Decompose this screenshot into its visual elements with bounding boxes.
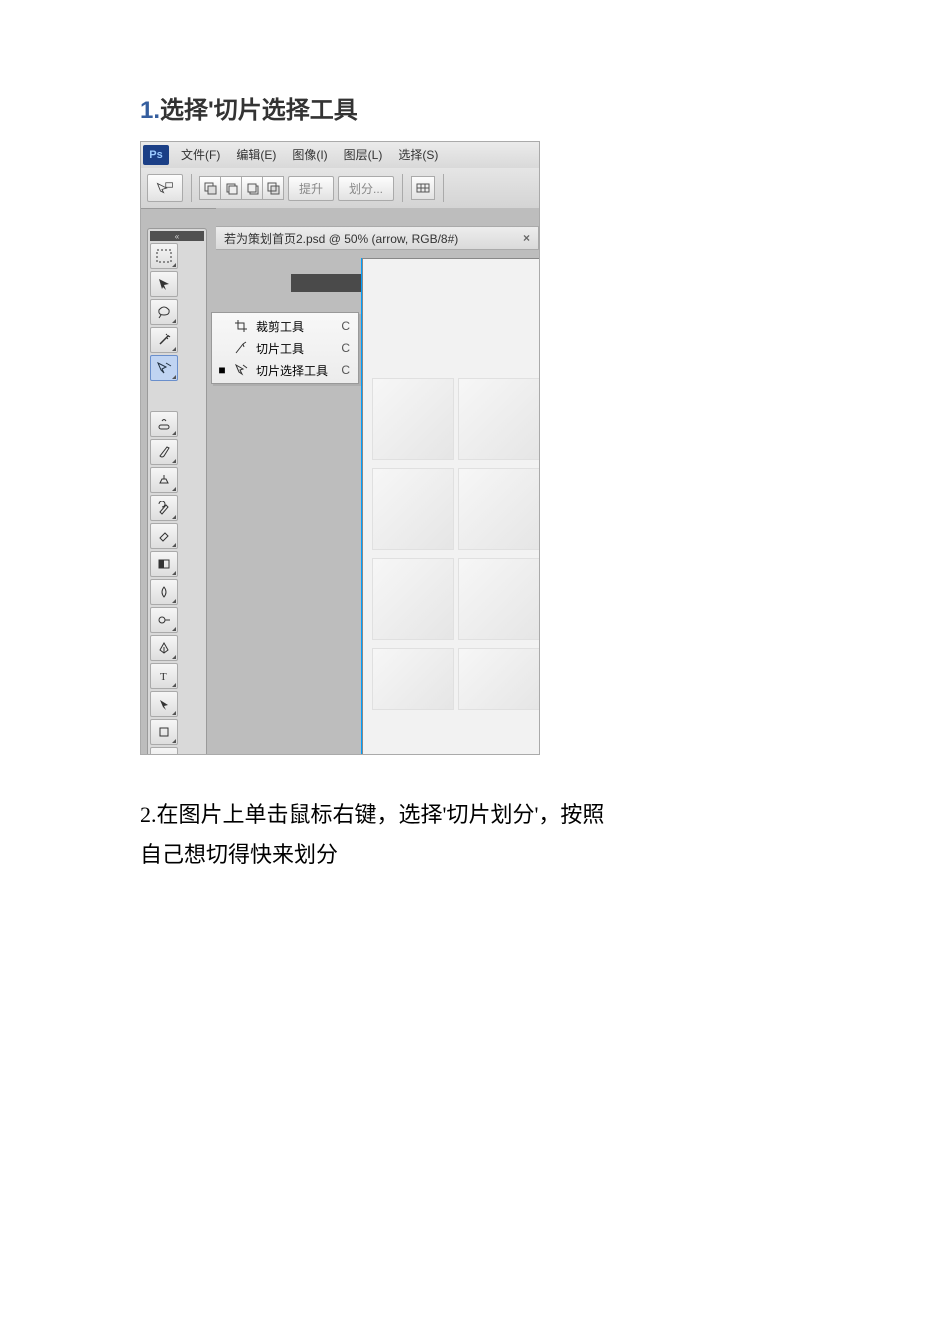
layer-order-buttons xyxy=(200,176,284,200)
slice-select-icon xyxy=(156,181,174,195)
flyout-item-crop[interactable]: 裁剪工具 C xyxy=(212,315,358,337)
gradient-tool-icon[interactable] xyxy=(150,551,178,577)
toolbox: « xyxy=(147,228,207,755)
history-brush-tool-icon[interactable] xyxy=(150,495,178,521)
canvas-thumbnail xyxy=(458,378,540,460)
document-tab[interactable]: 若为策划首页2.psd @ 50% (arrow, RGB/8#) × xyxy=(216,226,539,250)
separator xyxy=(443,174,444,202)
dodge-tool-icon[interactable] xyxy=(150,607,178,633)
slice-select-tool-icon[interactable] xyxy=(150,355,178,381)
clone-stamp-tool-icon[interactable] xyxy=(150,467,178,493)
flyout-marker: ■ xyxy=(218,363,226,377)
flyout-label: 裁剪工具 xyxy=(256,318,328,335)
step1-text: 选择'切片选择工具 xyxy=(160,97,358,124)
ps-logo: Ps xyxy=(143,145,169,165)
flyout-item-slice[interactable]: 切片工具 C xyxy=(212,337,358,359)
current-tool-icon[interactable] xyxy=(147,174,183,202)
type-tool-icon[interactable]: T xyxy=(150,663,178,689)
shape-tool-icon[interactable] xyxy=(150,719,178,745)
step1-number: 1. xyxy=(140,97,160,124)
divide-button[interactable]: 划分... xyxy=(338,176,394,201)
document-tab-title: 若为策划首页2.psd @ 50% (arrow, RGB/8#) xyxy=(224,230,458,247)
flyout-label: 切片工具 xyxy=(256,340,328,357)
canvas-thumbnail xyxy=(372,648,454,710)
marquee-tool-icon[interactable] xyxy=(150,243,178,269)
send-back-icon[interactable] xyxy=(262,176,284,200)
flyout-shortcut: C xyxy=(336,319,350,333)
flyout-item-slice-select[interactable]: ■ 切片选择工具 C xyxy=(212,359,358,381)
send-backward-icon[interactable] xyxy=(241,176,263,200)
separator xyxy=(191,174,192,202)
slice-icon xyxy=(234,341,248,355)
brush-tool-icon[interactable] xyxy=(150,439,178,465)
toolbox-collapse[interactable]: « xyxy=(150,231,204,241)
canvas-thumbnail xyxy=(372,468,454,550)
3d-rotate-tool-icon[interactable] xyxy=(150,747,178,755)
bring-forward-icon[interactable] xyxy=(220,176,242,200)
bring-front-icon[interactable] xyxy=(199,176,221,200)
flyout-shortcut: C xyxy=(336,341,350,355)
menu-edit[interactable]: 编辑(E) xyxy=(228,142,284,168)
path-selection-tool-icon[interactable] xyxy=(150,691,178,717)
menu-file[interactable]: 文件(F) xyxy=(173,142,228,168)
move-tool-icon[interactable] xyxy=(150,271,178,297)
step1-heading: 1.选择'切片选择工具 xyxy=(140,90,815,125)
eraser-tool-icon[interactable] xyxy=(150,523,178,549)
flyout-label: 切片选择工具 xyxy=(256,362,328,379)
document-page: 1.选择'切片选择工具 Ps 文件(F) 编辑(E) 图像(I) 图层(L) 选… xyxy=(0,0,945,874)
menu-image[interactable]: 图像(I) xyxy=(284,142,335,168)
lasso-tool-icon[interactable] xyxy=(150,299,178,325)
blur-tool-icon[interactable] xyxy=(150,579,178,605)
step2-heading: 2.在图片上单击鼠标右键，选择'切片划分'，按照 自己想切得快来划分 xyxy=(140,795,815,874)
canvas-thumbnail xyxy=(458,648,540,710)
canvas-thumbnail xyxy=(372,558,454,640)
pen-tool-icon[interactable] xyxy=(150,635,178,661)
workspace: 若为策划首页2.psd @ 50% (arrow, RGB/8#) × xyxy=(216,208,539,754)
menu-layer[interactable]: 图层(L) xyxy=(336,142,391,168)
svg-text:T: T xyxy=(160,671,167,683)
document-canvas[interactable] xyxy=(361,258,540,755)
menu-select[interactable]: 选择(S) xyxy=(390,142,446,168)
separator xyxy=(402,174,403,202)
crop-icon xyxy=(234,319,248,333)
step2-line2: 自己想切得快来划分 xyxy=(140,842,338,867)
canvas-thumbnail xyxy=(458,558,540,640)
hide-auto-slices-icon[interactable] xyxy=(411,176,435,200)
promote-button[interactable]: 提升 xyxy=(288,176,334,201)
canvas-thumbnail xyxy=(458,468,540,550)
canvas-thumbnail xyxy=(372,378,454,460)
document-tab-close[interactable]: × xyxy=(523,231,530,245)
menubar: Ps 文件(F) 编辑(E) 图像(I) 图层(L) 选择(S) xyxy=(141,142,539,169)
magic-wand-tool-icon[interactable] xyxy=(150,327,178,353)
slice-select-icon xyxy=(234,363,248,377)
options-bar: 提升 划分... xyxy=(141,168,539,209)
photoshop-screenshot: Ps 文件(F) 编辑(E) 图像(I) 图层(L) 选择(S) xyxy=(140,141,540,755)
slice-tool-flyout: 裁剪工具 C 切片工具 C ■ 切片选择工具 C xyxy=(211,312,359,384)
healing-brush-tool-icon[interactable] xyxy=(150,411,178,437)
step2-line1: 2.在图片上单击鼠标右键，选择'切片划分'，按照 xyxy=(140,802,604,827)
flyout-shortcut: C xyxy=(336,363,350,377)
